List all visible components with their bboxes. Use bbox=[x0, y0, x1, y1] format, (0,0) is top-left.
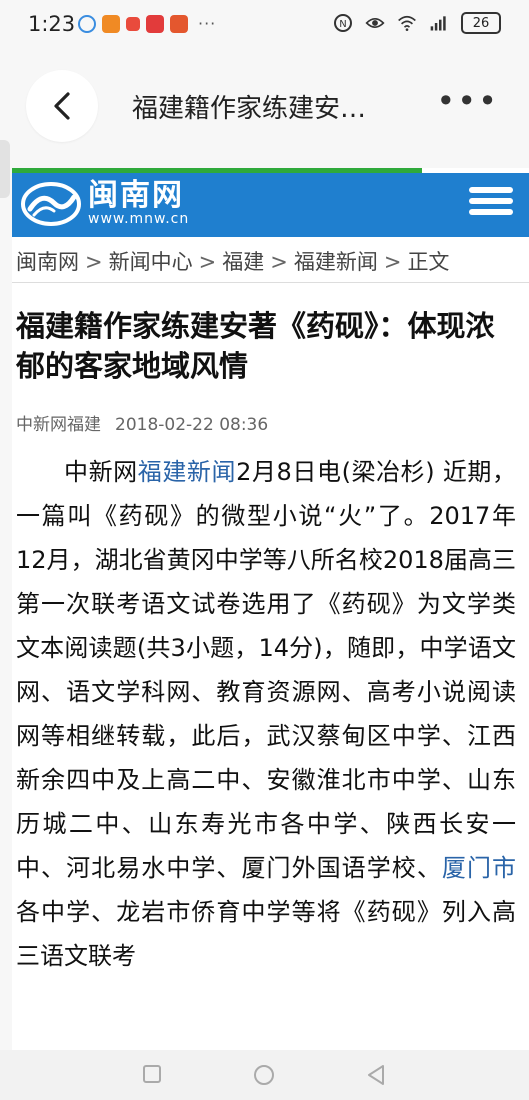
paragraph-text: 2月8日电(梁冶杉) 近期，一篇叫《药砚》的微型小说“火”了。2017年12月，… bbox=[16, 458, 517, 882]
xiamen-link[interactable]: 厦门市 bbox=[442, 854, 516, 882]
article-headline: 福建籍作家练建安著《药砚》：体现浓郁的客家地域风情 bbox=[16, 309, 495, 383]
breadcrumb-item-current: 正文 bbox=[407, 250, 450, 274]
battery-indicator: 26 bbox=[461, 12, 501, 34]
status-bar: 1:23 ··· N 26 bbox=[0, 0, 529, 50]
article-source: 中新网福建 bbox=[16, 415, 101, 435]
chevron-left-icon bbox=[54, 92, 70, 120]
site-logo-icon bbox=[21, 182, 81, 226]
site-logo[interactable]: 闽南网 www.mnw.cn bbox=[20, 179, 189, 229]
paragraph-text: 中新网 bbox=[64, 458, 138, 486]
breadcrumb-separator: > bbox=[85, 250, 103, 274]
signal-icon bbox=[430, 16, 446, 31]
wifi-icon bbox=[398, 15, 416, 31]
breadcrumb-item-fujian-news[interactable]: 福建新闻 bbox=[294, 250, 378, 274]
paragraph-text: 各中学、龙岩市侨育中学等将《药砚》列入高三语文联考 bbox=[16, 898, 516, 970]
breadcrumb-item-home[interactable]: 闽南网 bbox=[16, 250, 79, 274]
menu-icon[interactable] bbox=[469, 187, 513, 223]
web-page: 闽南网 www.mnw.cn 闽南网 > 新闻中心 > 福建 > 福建新闻 > 正文 福建籍作家… bbox=[12, 168, 529, 1050]
breadcrumb-separator: > bbox=[383, 250, 402, 274]
fujian-news-link[interactable]: 福建新闻 bbox=[138, 458, 236, 486]
svg-text:N: N bbox=[339, 19, 346, 30]
article-datetime: 2018-02-22 08:36 bbox=[115, 415, 269, 435]
app-notification-icon bbox=[146, 14, 164, 33]
breadcrumb-separator: > bbox=[270, 250, 288, 274]
eye-icon bbox=[365, 18, 385, 28]
notification-icons: ··· bbox=[78, 14, 216, 33]
app-notification-icon bbox=[78, 14, 96, 33]
nfc-icon: N bbox=[334, 14, 352, 32]
edge-handle[interactable] bbox=[0, 140, 10, 198]
breadcrumb-item-fujian[interactable]: 福建 bbox=[222, 250, 264, 274]
nav-title: 福建籍作家练建安… bbox=[132, 94, 367, 124]
article-paragraph: 中新网福建新闻2月8日电(梁冶杉) 近期，一篇叫《药砚》的微型小说“火”了。20… bbox=[16, 450, 516, 978]
article-body: 中新网福建新闻2月8日电(梁冶杉) 近期，一篇叫《药砚》的微型小说“火”了。20… bbox=[16, 450, 516, 978]
site-name: 闽南网 bbox=[88, 178, 184, 213]
status-time: 1:23 bbox=[28, 12, 76, 36]
back-button[interactable] bbox=[26, 70, 98, 142]
article-meta: 中新网福建 2018-02-22 08:36 bbox=[16, 410, 268, 435]
back-nav-icon[interactable] bbox=[366, 1064, 386, 1086]
recents-icon[interactable] bbox=[142, 1064, 162, 1084]
site-header: 闽南网 www.mnw.cn bbox=[12, 173, 529, 237]
app-notification-icon bbox=[102, 14, 120, 33]
more-notifications-icon: ··· bbox=[198, 14, 217, 33]
top-nav-bar: 福建籍作家练建安… ••• bbox=[0, 50, 529, 168]
system-nav-bar bbox=[0, 1050, 529, 1100]
more-options-button[interactable]: ••• bbox=[436, 85, 499, 117]
breadcrumb-separator: > bbox=[198, 250, 217, 274]
app-notification-icon bbox=[170, 14, 188, 33]
breadcrumb-item-news-center[interactable]: 新闻中心 bbox=[109, 250, 193, 274]
home-icon[interactable] bbox=[253, 1064, 275, 1086]
site-url: www.mnw.cn bbox=[88, 211, 190, 227]
divider bbox=[12, 282, 529, 283]
app-notification-icon bbox=[126, 16, 140, 31]
status-indicators: N 26 bbox=[333, 12, 501, 34]
breadcrumb: 闽南网 > 新闻中心 > 福建 > 福建新闻 > 正文 bbox=[16, 246, 449, 276]
